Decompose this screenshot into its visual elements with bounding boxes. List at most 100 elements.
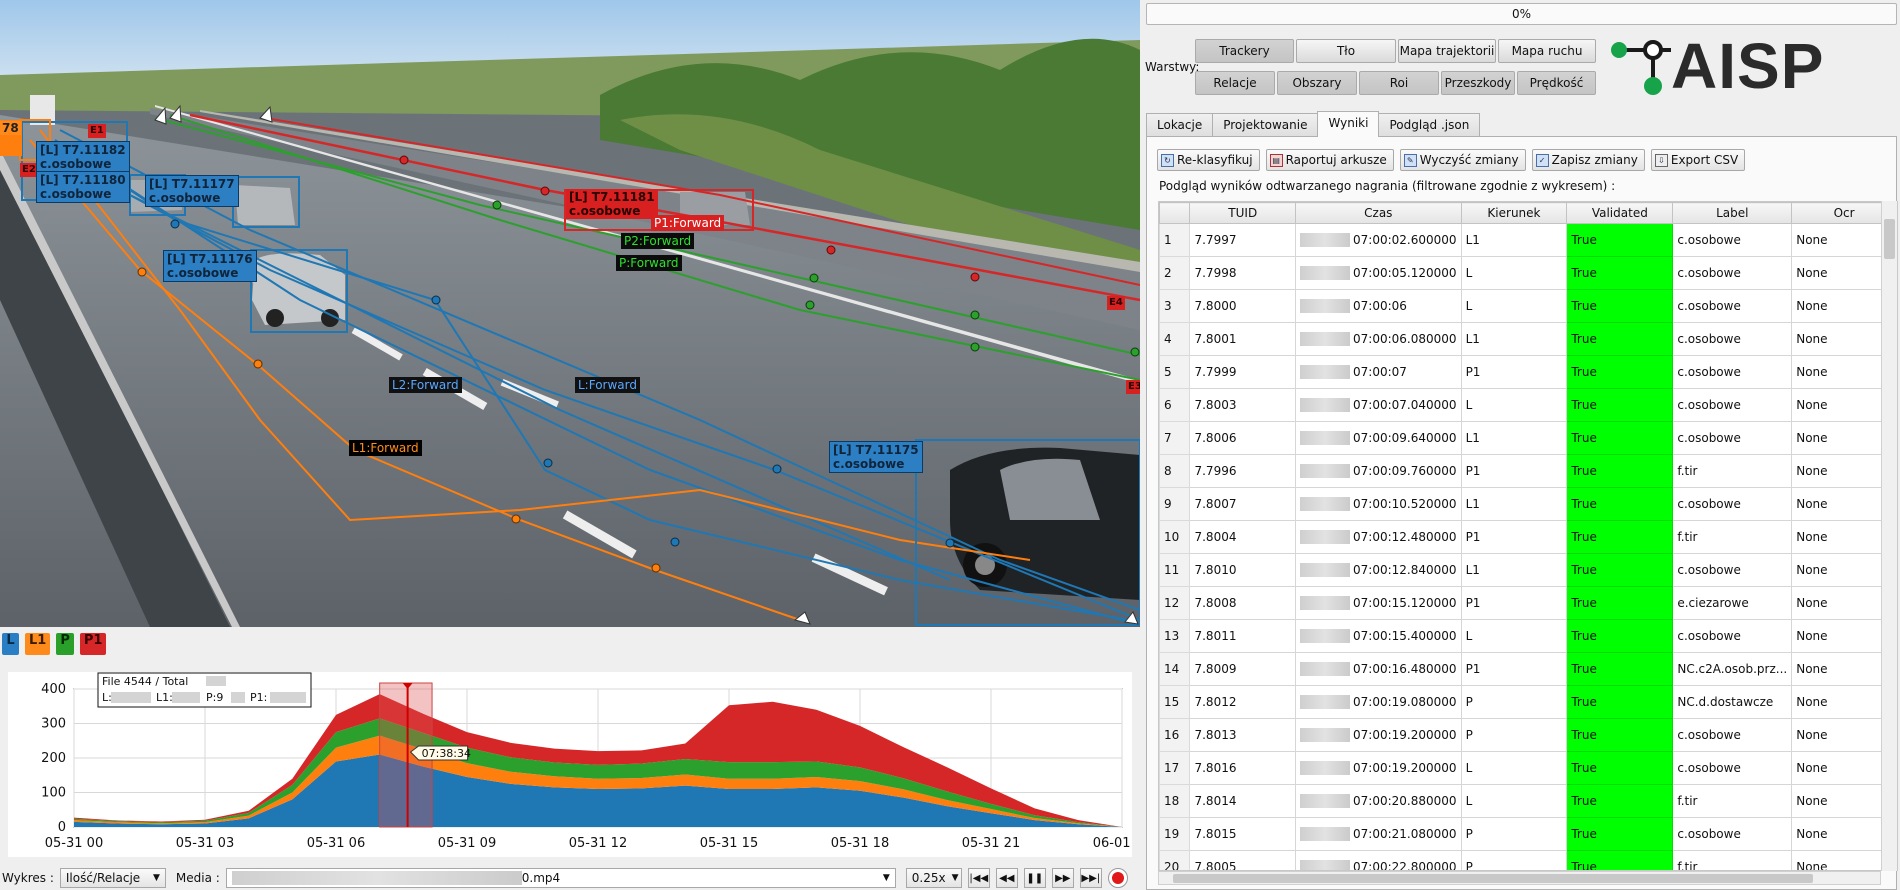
tab-lokacje[interactable]: Lokacje: [1146, 113, 1214, 137]
validated-cell[interactable]: True: [1566, 553, 1674, 587]
report-sheets-button[interactable]: ▤ Raportuj arkusze: [1265, 149, 1394, 171]
row-number[interactable]: 11: [1159, 553, 1191, 587]
label-cell[interactable]: c.osobowe: [1672, 487, 1793, 521]
czas-cell[interactable]: 07:00:15.120000: [1295, 586, 1462, 620]
tuid-cell[interactable]: 7.7999: [1189, 355, 1297, 389]
kierunek-cell[interactable]: P1: [1460, 652, 1568, 686]
kierunek-cell[interactable]: L: [1460, 751, 1568, 785]
czas-cell[interactable]: 07:00:12.840000: [1295, 553, 1462, 587]
column-header-label[interactable]: Label: [1672, 202, 1793, 224]
tuid-cell[interactable]: 7.8010: [1189, 553, 1297, 587]
row-number[interactable]: 12: [1159, 586, 1191, 620]
label-cell[interactable]: f.tir: [1672, 784, 1793, 818]
track-label[interactable]: [L] T7.11180 c.osobowe: [36, 171, 130, 203]
legend-toggle-p1[interactable]: P1: [79, 633, 107, 655]
kierunek-cell[interactable]: P: [1460, 850, 1568, 870]
validated-cell[interactable]: True: [1566, 520, 1674, 554]
chart-canvas[interactable]: 0 100 200 300 400 05-31 00 05-31 03 05-31 06 05-…: [8, 672, 1151, 857]
table-row[interactable]: 17 7.8016 07:00:19.200000 L True c.osobowe Non…: [1159, 751, 1897, 785]
tuid-cell[interactable]: 7.8005: [1189, 850, 1297, 870]
export-csv-button[interactable]: ⇩ Export CSV: [1650, 149, 1746, 171]
table-row[interactable]: 14 7.8009 07:00:16.480000 P1 True NC.c2A.osob…: [1159, 652, 1897, 686]
label-cell[interactable]: f.tir: [1672, 454, 1793, 488]
table-row[interactable]: 11 7.8010 07:00:12.840000 L1 True c.osobowe No…: [1159, 553, 1897, 587]
track-label[interactable]: [L] T7.11177 c.osobowe: [145, 175, 239, 207]
clear-changes-button[interactable]: ✎ Wyczyść zmiany: [1399, 149, 1526, 171]
table-row[interactable]: 1 7.7997 07:00:02.600000 L1 True c.osobowe Non…: [1159, 223, 1897, 257]
scroll-thumb[interactable]: [1884, 219, 1895, 259]
validated-cell[interactable]: True: [1566, 322, 1674, 356]
row-number[interactable]: 8: [1159, 454, 1191, 488]
table-row[interactable]: 7 7.8006 07:00:09.640000 L1 True c.osobowe Non…: [1159, 421, 1897, 455]
czas-cell[interactable]: 07:00:06.080000: [1295, 322, 1462, 356]
czas-cell[interactable]: 07:00:05.120000: [1295, 256, 1462, 290]
kierunek-cell[interactable]: L1: [1460, 421, 1568, 455]
kierunek-cell[interactable]: L: [1460, 784, 1568, 818]
layer-button-obszary[interactable]: Obszary: [1277, 71, 1357, 95]
layer-button-trackery[interactable]: Trackery: [1195, 39, 1294, 63]
tab-wyniki[interactable]: Wyniki: [1317, 111, 1380, 137]
validated-cell[interactable]: True: [1566, 751, 1674, 785]
table-row[interactable]: 15 7.8012 07:00:19.080000 P True NC.d.dostawc…: [1159, 685, 1897, 719]
label-cell[interactable]: f.tir: [1672, 520, 1793, 554]
tuid-cell[interactable]: 7.7996: [1189, 454, 1297, 488]
table-row[interactable]: 5 7.7999 07:00:07 P1 True c.osobowe None: [1159, 355, 1897, 389]
traffic-chart[interactable]: 0 100 200 300 400 05-31 00 05-31 03 05-31 06 05-…: [8, 672, 1151, 857]
row-number[interactable]: 13: [1159, 619, 1191, 653]
rewind-button[interactable]: ◀◀: [995, 868, 1018, 888]
czas-cell[interactable]: 07:00:10.520000: [1295, 487, 1462, 521]
kierunek-cell[interactable]: P: [1460, 718, 1568, 752]
label-cell[interactable]: c.osobowe: [1672, 718, 1793, 752]
chart-type-select[interactable]: Ilość/Relacje ▼: [59, 868, 166, 888]
table-row[interactable]: 13 7.8011 07:00:15.400000 L True c.osobowe Non…: [1159, 619, 1897, 653]
label-cell[interactable]: c.osobowe: [1672, 817, 1793, 851]
label-cell[interactable]: NC.d.dostawcze: [1672, 685, 1793, 719]
tuid-cell[interactable]: 7.8008: [1189, 586, 1297, 620]
validated-cell[interactable]: True: [1566, 388, 1674, 422]
save-changes-button[interactable]: ✓ Zapisz zmiany: [1531, 149, 1645, 171]
czas-cell[interactable]: 07:00:21.080000: [1295, 817, 1462, 851]
layer-button-tlo[interactable]: Tło: [1296, 39, 1396, 63]
track-label[interactable]: [L] T7.11176 c.osobowe: [163, 250, 257, 282]
speed-select[interactable]: 0.25x ▼: [905, 868, 962, 888]
track-label[interactable]: [L] T7.11182 c.osobowe: [36, 141, 130, 173]
czas-cell[interactable]: 07:00:19.200000: [1295, 751, 1462, 785]
kierunek-cell[interactable]: L: [1460, 388, 1568, 422]
label-cell[interactable]: c.osobowe: [1672, 256, 1793, 290]
table-row[interactable]: 3 7.8000 07:00:06 L True c.osobowe None: [1159, 289, 1897, 323]
row-number[interactable]: 2: [1159, 256, 1191, 290]
row-number[interactable]: 10: [1159, 520, 1191, 554]
row-number[interactable]: 15: [1159, 685, 1191, 719]
tuid-cell[interactable]: 7.8007: [1189, 487, 1297, 521]
layer-button-roi[interactable]: Roi: [1359, 71, 1439, 95]
legend-toggle-p[interactable]: P: [56, 633, 74, 655]
tuid-cell[interactable]: 7.8006: [1189, 421, 1297, 455]
tab-podglad-json[interactable]: Podgląd .json: [1378, 113, 1481, 137]
czas-cell[interactable]: 07:00:22.800000: [1295, 850, 1462, 870]
kierunek-cell[interactable]: L1: [1460, 487, 1568, 521]
legend-toggle-l1[interactable]: L1: [25, 633, 51, 655]
row-number[interactable]: 5: [1159, 355, 1191, 389]
track-label[interactable]: [L] T7.11175 c.osobowe: [829, 441, 923, 473]
table-row[interactable]: 16 7.8013 07:00:19.200000 P True c.osobowe Non…: [1159, 718, 1897, 752]
tuid-cell[interactable]: 7.8003: [1189, 388, 1297, 422]
validated-cell[interactable]: True: [1566, 850, 1674, 870]
czas-cell[interactable]: 07:00:06: [1295, 289, 1462, 323]
validated-cell[interactable]: True: [1566, 685, 1674, 719]
results-table[interactable]: TUID Czas Kierunek Validated Label Ocr 1…: [1158, 201, 1898, 871]
kierunek-cell[interactable]: P1: [1460, 520, 1568, 554]
czas-cell[interactable]: 07:00:09.640000: [1295, 421, 1462, 455]
label-cell[interactable]: NC.c2A.osob.prz...: [1672, 652, 1793, 686]
kierunek-cell[interactable]: P: [1460, 685, 1568, 719]
label-cell[interactable]: c.osobowe: [1672, 322, 1793, 356]
validated-cell[interactable]: True: [1566, 289, 1674, 323]
kierunek-cell[interactable]: L: [1460, 619, 1568, 653]
row-number[interactable]: 4: [1159, 322, 1191, 356]
column-header-tuid[interactable]: TUID: [1189, 202, 1297, 224]
row-number[interactable]: 19: [1159, 817, 1191, 851]
tuid-cell[interactable]: 7.8001: [1189, 322, 1297, 356]
media-select[interactable]: 0.mp4 ▼: [225, 868, 896, 888]
column-header-kierunek[interactable]: Kierunek: [1460, 202, 1568, 224]
czas-cell[interactable]: 07:00:09.760000: [1295, 454, 1462, 488]
kierunek-cell[interactable]: P1: [1460, 586, 1568, 620]
